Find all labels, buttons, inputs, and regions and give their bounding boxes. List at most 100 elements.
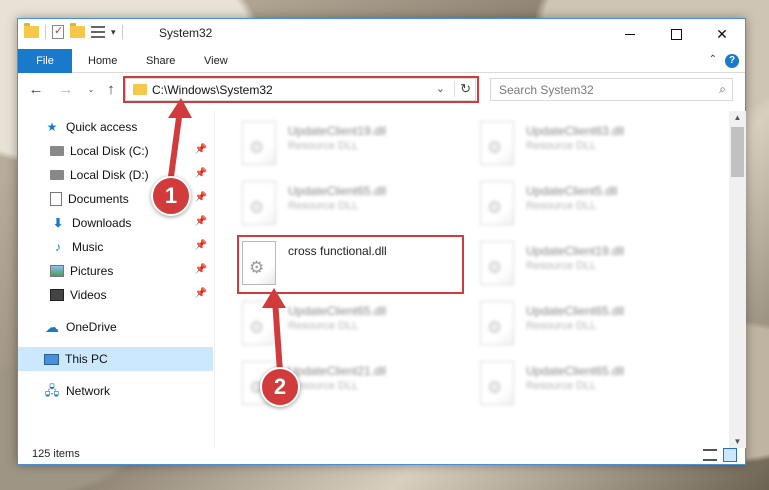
dll-file-icon: [242, 301, 276, 345]
sidebar-item-onedrive[interactable]: ☁ OneDrive: [18, 315, 213, 339]
sidebar-item-music[interactable]: ♪ Music 📌: [18, 235, 213, 259]
search-icon[interactable]: ⌕: [719, 82, 726, 97]
file-item[interactable]: UpdateClient63.dll Resource DLL: [480, 115, 710, 173]
file-name: UpdateClient21.dll: [288, 364, 387, 378]
file-name: UpdateClient5.dll: [526, 184, 618, 198]
sidebar-item-label: Music: [72, 240, 104, 254]
item-count: 125 items: [32, 448, 80, 460]
file-item[interactable]: UpdateClient19.dll Resource DLL: [480, 235, 710, 293]
pictures-icon: [50, 265, 64, 277]
toolbar-dropdown-icon[interactable]: ▾: [111, 27, 116, 38]
file-name: UpdateClient65.dll: [526, 304, 625, 318]
dll-file-icon: [242, 121, 276, 165]
recent-locations-icon[interactable]: ⌄: [81, 80, 101, 100]
star-icon: ★: [46, 120, 58, 134]
videos-icon: [50, 289, 64, 301]
file-type: Resource DLL: [526, 140, 597, 152]
file-type: Resource DLL: [288, 320, 359, 332]
toolbar-divider: [45, 25, 46, 39]
dll-file-icon: [480, 361, 514, 405]
sidebar-item-label: Videos: [70, 288, 107, 302]
tab-view[interactable]: View: [194, 49, 238, 73]
dll-file-icon: [480, 181, 514, 225]
tab-file[interactable]: File: [18, 49, 72, 73]
sidebar-item-label: Quick access: [66, 120, 138, 134]
sidebar-item-label: Local Disk (C:): [70, 144, 149, 158]
file-type: Resource DLL: [526, 380, 597, 392]
forward-button[interactable]: →: [56, 80, 76, 100]
scroll-down-icon[interactable]: ▼: [729, 437, 746, 446]
music-icon: ♪: [55, 240, 61, 254]
sidebar-item-local-disk-c[interactable]: Local Disk (C:) 📌: [18, 139, 213, 163]
details-view-icon[interactable]: [703, 449, 717, 461]
quick-access-toolbar: ▾: [24, 23, 123, 39]
toolbar-divider: [121, 25, 123, 39]
pin-icon[interactable]: 📌: [195, 288, 207, 299]
scroll-up-icon[interactable]: ▲: [729, 113, 746, 122]
file-item[interactable]: UpdateClient19.dll Resource DLL: [242, 115, 472, 173]
file-name: UpdateClient65.dll: [288, 304, 387, 318]
pin-icon[interactable]: 📌: [195, 216, 207, 227]
downloads-icon: ⬇: [52, 216, 64, 230]
file-type: Resource DLL: [526, 320, 597, 332]
minimize-button[interactable]: [607, 19, 653, 49]
sidebar-item-label: This PC: [65, 352, 108, 366]
properties-icon[interactable]: [52, 24, 64, 39]
sidebar-item-label: Documents: [68, 192, 129, 206]
back-button[interactable]: ←: [26, 80, 46, 100]
search-placeholder: Search System32: [499, 83, 594, 97]
new-folder-icon[interactable]: [70, 23, 85, 38]
file-item[interactable]: UpdateClient5.dll Resource DLL: [480, 175, 710, 233]
drive-icon: [50, 170, 64, 180]
sidebar-item-label: Pictures: [70, 264, 114, 278]
help-icon[interactable]: ?: [725, 54, 739, 68]
expand-ribbon-icon[interactable]: ⌃: [709, 54, 717, 65]
tab-share[interactable]: Share: [136, 49, 185, 73]
sidebar-item-downloads[interactable]: ⬇ Downloads 📌: [18, 211, 213, 235]
close-button[interactable]: ✕: [699, 19, 745, 49]
documents-icon: [50, 192, 62, 206]
file-name: UpdateClient65.dll: [288, 184, 387, 198]
status-bar: 125 items: [18, 448, 745, 465]
pin-icon[interactable]: 📌: [195, 168, 207, 179]
sidebar-item-network[interactable]: 🖧 Network: [18, 379, 213, 403]
vertical-scrollbar[interactable]: ▲ ▼: [729, 111, 746, 448]
folder-icon[interactable]: [24, 23, 39, 38]
drive-icon: [50, 146, 64, 156]
sidebar-item-quick-access[interactable]: ★ Quick access: [18, 115, 213, 139]
navigation-bar: ← → ⌄ ↑ C:\Windows\System32 ⌄ ↻ Search S…: [18, 74, 745, 106]
sidebar-item-label: Network: [66, 384, 111, 398]
computer-icon: [44, 353, 59, 365]
file-explorer-window: ▾ System32 ✕ File Home Share View ⌃ ? ← …: [17, 18, 746, 465]
up-button[interactable]: ↑: [101, 80, 121, 100]
file-type: Resource DLL: [526, 200, 597, 212]
file-item[interactable]: UpdateClient65.dll Resource DLL: [242, 295, 472, 353]
pin-icon[interactable]: 📌: [195, 144, 207, 155]
scroll-thumb[interactable]: [731, 127, 744, 177]
address-highlight-box: [123, 76, 479, 103]
file-name: UpdateClient19.dll: [288, 124, 387, 138]
window-title: System32: [159, 26, 213, 40]
search-input[interactable]: Search System32 ⌕: [490, 78, 733, 101]
file-item[interactable]: UpdateClient65.dll Resource DLL: [480, 355, 710, 413]
step-badge-2: 2: [260, 367, 300, 407]
pane-divider[interactable]: [214, 111, 215, 448]
pin-icon[interactable]: 📌: [195, 240, 207, 251]
file-type: Resource DLL: [288, 200, 359, 212]
pin-icon[interactable]: 📌: [195, 264, 207, 275]
sidebar-item-videos[interactable]: Videos 📌: [18, 283, 213, 307]
file-item[interactable]: UpdateClient65.dll Resource DLL: [242, 175, 472, 233]
pin-icon[interactable]: 📌: [195, 192, 207, 203]
onedrive-icon: ☁: [45, 319, 59, 335]
sidebar-item-this-pc[interactable]: This PC: [18, 347, 213, 371]
file-name: UpdateClient19.dll: [526, 244, 625, 258]
customize-toolbar-icon[interactable]: [91, 26, 105, 38]
network-icon: 🖧: [44, 383, 60, 398]
file-item[interactable]: UpdateClient65.dll Resource DLL: [480, 295, 710, 353]
dll-file-icon: [242, 181, 276, 225]
large-icons-view-icon[interactable]: [723, 448, 737, 462]
dll-file-icon: [480, 121, 514, 165]
sidebar-item-pictures[interactable]: Pictures 📌: [18, 259, 213, 283]
tab-home[interactable]: Home: [78, 49, 127, 73]
maximize-button[interactable]: [653, 19, 699, 49]
